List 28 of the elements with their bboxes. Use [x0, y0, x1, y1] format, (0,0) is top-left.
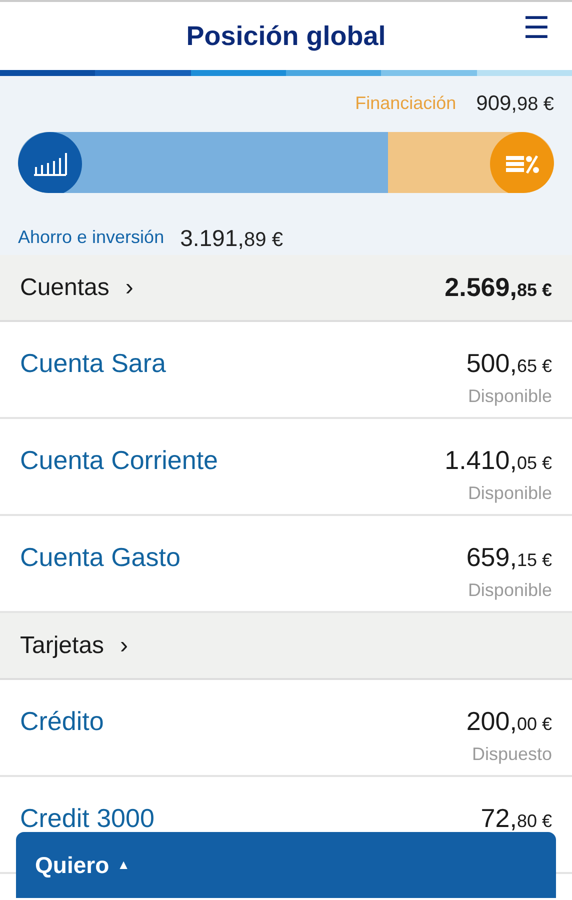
- amount-note: Dispuesto: [472, 743, 552, 766]
- savings-amount: 3.191,89 €: [180, 224, 283, 252]
- financing-amount: 909,98 €: [476, 91, 554, 117]
- account-name: Cuenta Corriente: [20, 444, 218, 477]
- account-amount: 72,80 €: [480, 802, 552, 835]
- account-amount: 500,65 €: [466, 347, 552, 380]
- section-header[interactable]: Tarjetas ›: [0, 613, 572, 680]
- action-bar[interactable]: Quiero ▲: [16, 832, 556, 898]
- financing-label: Financiación: [355, 92, 456, 116]
- chevron-icon: ›: [125, 270, 134, 306]
- account-amount: 200,00 €: [466, 705, 552, 738]
- section-total: 2.569,85 €: [444, 271, 552, 304]
- account-amount: 1.410,05 €: [444, 444, 552, 477]
- account-amount: 659,15 €: [466, 541, 552, 574]
- menu-button[interactable]: ☰: [523, 14, 550, 44]
- page-title: Posición global: [186, 20, 386, 53]
- account-name: Cuenta Gasto: [20, 541, 180, 574]
- amount-note: Disponible: [468, 579, 552, 602]
- account-name: Credit 3000: [20, 802, 154, 835]
- section-header[interactable]: Cuentas › 2.569,85 €: [0, 255, 572, 322]
- account-name: Crédito: [20, 705, 104, 738]
- section-title: Cuentas: [20, 272, 110, 302]
- account-name: Cuenta Sara: [20, 347, 166, 380]
- chevron-icon: ›: [120, 628, 128, 664]
- section-title: Tarjetas: [20, 630, 104, 660]
- amount-note: Disponible: [468, 385, 552, 408]
- savings-label: Ahorro e inversión: [18, 226, 164, 250]
- amount-note: Disponible: [468, 482, 552, 505]
